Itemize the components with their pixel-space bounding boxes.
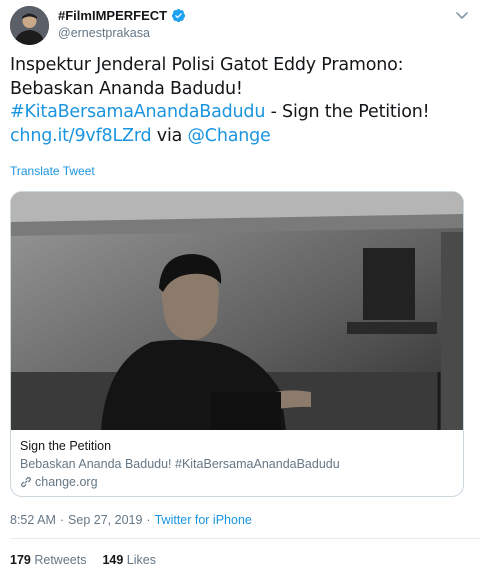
mention-link[interactable]: @Change <box>188 126 271 146</box>
tweet-text: Inspektur Jenderal Polisi Gatot Eddy Pra… <box>10 54 480 148</box>
meta-separator: · <box>146 513 151 527</box>
card-image[interactable] <box>11 192 463 430</box>
display-name[interactable]: #FilmIMPERFECT <box>58 8 167 23</box>
hashtag-link[interactable]: #KitaBersamaAnandaBadudu <box>10 102 265 122</box>
tweet-meta: 8:52 AM · Sep 27, 2019 · Twitter for iPh… <box>10 513 252 527</box>
chevron-down-icon[interactable] <box>455 8 469 22</box>
retweets-count: 179 <box>10 553 31 567</box>
translate-tweet-link[interactable]: Translate Tweet <box>10 164 95 178</box>
tweet-text-line-1: Inspektur Jenderal Polisi Gatot Eddy Pra… <box>10 55 404 75</box>
name-row: #FilmIMPERFECT <box>58 8 186 23</box>
card-domain-text: change.org <box>35 475 98 489</box>
card-description: Bebaskan Ananda Badudu! #KitaBersamaAnan… <box>20 457 340 471</box>
avatar[interactable] <box>10 6 49 45</box>
retweets-stat[interactable]: 179 Retweets <box>10 553 86 567</box>
divider <box>10 538 480 539</box>
card-title: Sign the Petition <box>20 439 112 453</box>
likes-count: 149 <box>102 553 124 567</box>
tweet-text-line-3: #KitaBersamaAnandaBadudu - Sign the Peti… <box>10 101 480 125</box>
tweet-text-line-4: chng.it/9vf8LZrd via @Change <box>10 125 480 149</box>
card-domain: change.org <box>20 475 98 489</box>
meta-separator: · <box>59 513 65 527</box>
tweet: #FilmIMPERFECT @ernestprakasa Inspektur … <box>0 0 493 575</box>
short-link[interactable]: chng.it/9vf8LZrd <box>10 126 152 146</box>
tweet-time[interactable]: 8:52 AM <box>10 513 56 527</box>
tweet-stats: 179 Retweets 149 Likes <box>10 553 156 567</box>
user-handle[interactable]: @ernestprakasa <box>58 26 150 40</box>
tweet-date[interactable]: Sep 27, 2019 <box>68 513 142 527</box>
likes-label: Likes <box>126 553 156 567</box>
tweet-text-line-2: Bebaskan Ananda Badudu! <box>10 78 243 99</box>
tweet-source-link[interactable]: Twitter for iPhone <box>155 513 252 527</box>
tweet-text-line-3-rest: - Sign the Petition! <box>265 102 430 122</box>
retweets-label: Retweets <box>34 553 87 567</box>
link-preview-card[interactable]: Sign the Petition Bebaskan Ananda Badudu… <box>10 191 464 497</box>
via-text: via <box>151 125 188 146</box>
link-icon <box>20 476 32 488</box>
likes-stat[interactable]: 149 Likes <box>102 553 156 567</box>
verified-badge-icon <box>171 8 186 23</box>
